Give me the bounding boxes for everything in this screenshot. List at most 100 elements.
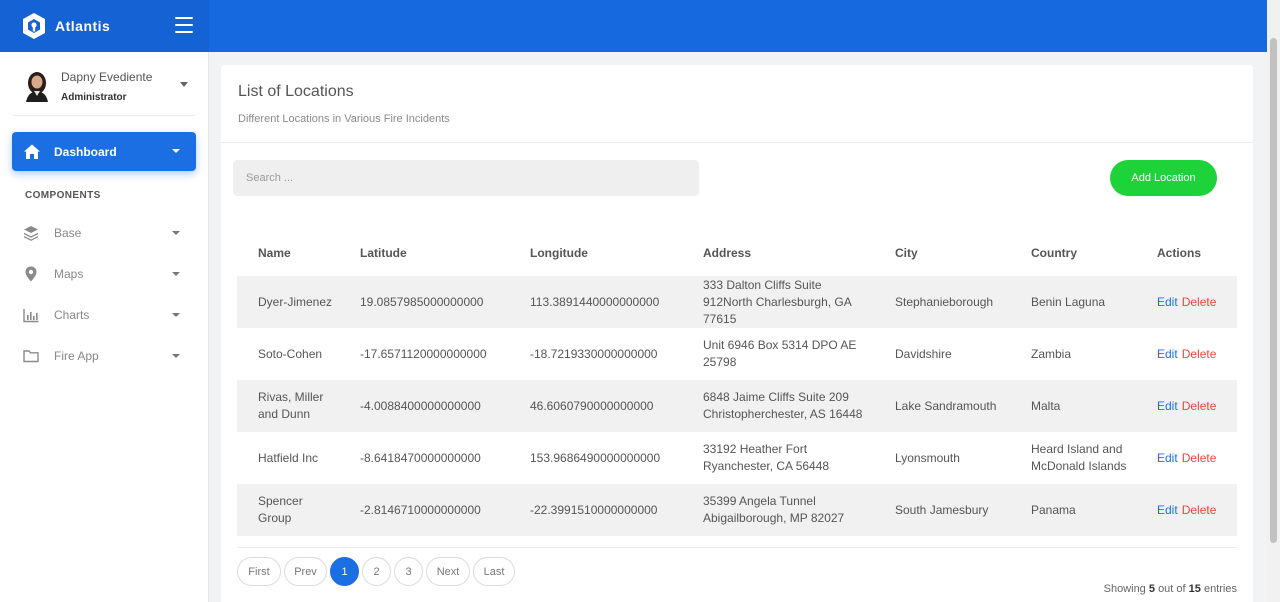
cell-city: Stephanieborough (895, 294, 994, 309)
chevron-down-icon (172, 313, 180, 317)
avatar (24, 70, 50, 102)
pagination: First Prev 1 2 3 Next Last (237, 557, 518, 586)
entries-summary: Showing 5 out of 15 entries (1104, 583, 1237, 595)
sidebar-item-label: Maps (54, 267, 84, 281)
home-icon (23, 143, 41, 161)
showing-total: 15 (1188, 583, 1201, 595)
scrollbar-thumb[interactable] (1270, 38, 1277, 543)
page-scrollbar[interactable] (1267, 0, 1280, 602)
cell-actions: Edit Delete (1136, 328, 1237, 380)
showing-mid: out of (1158, 583, 1186, 595)
edit-link[interactable]: Edit (1157, 503, 1178, 517)
page-title: List of Locations (238, 83, 354, 100)
user-panel[interactable]: Dapny Evediente Administrator (12, 52, 196, 116)
cell-latitude: -17.6571120000000000 (360, 346, 487, 361)
cell-city: Lyonsmouth (895, 450, 960, 465)
sidebar-item-label: Base (54, 226, 82, 240)
sidebar-item-charts[interactable]: Charts (12, 298, 196, 332)
cell-name: Hatfield Inc (258, 450, 319, 465)
cell-longitude: -22.3991510000000000 (530, 502, 658, 517)
section-title: COMPONENTS (25, 190, 101, 201)
cell-city: South Jamesbury (895, 502, 989, 517)
edit-link[interactable]: Edit (1157, 399, 1178, 413)
cell-country: Zambia (1031, 346, 1072, 361)
folder-icon (23, 348, 39, 364)
divider (221, 142, 1253, 143)
table-row: Rivas, Miller and Dunn -4.00884000000000… (237, 380, 1237, 432)
cell-actions: Edit Delete (1136, 484, 1237, 536)
sidebar: Dapny Evediente Administrator Dashboard … (0, 52, 209, 602)
add-location-button[interactable]: Add Location (1110, 160, 1217, 196)
page-subtitle: Different Locations in Various Fire Inci… (238, 113, 450, 125)
cell-latitude: 19.0857985000000000 (360, 294, 484, 309)
showing-suffix: entries (1203, 583, 1237, 595)
cell-longitude: 113.3891440000000000 (530, 294, 660, 309)
cell-latitude: -4.0088400000000000 (360, 398, 481, 413)
cell-longitude: 46.6060790000000000 (530, 398, 654, 413)
cell-country: Panama (1031, 502, 1076, 517)
cell-address: 35399 Angela Tunnel Abigailborough, MP 8… (703, 494, 845, 525)
locations-table: Name Latitude Longitude Address City Cou… (237, 229, 1237, 536)
chevron-down-icon[interactable] (180, 82, 188, 87)
edit-link[interactable]: Edit (1157, 295, 1178, 309)
pagination-page-3[interactable]: 3 (394, 557, 423, 586)
column-header-longitude: Longitude (530, 245, 588, 260)
column-header-city: City (895, 245, 918, 260)
showing-prefix: Showing (1103, 583, 1146, 595)
cell-latitude: -2.8146710000000000 (360, 502, 481, 517)
chevron-down-icon (172, 231, 180, 235)
cell-longitude: -18.7219330000000000 (530, 346, 658, 361)
delete-link[interactable]: Delete (1182, 399, 1217, 413)
cell-latitude: -8.6418470000000000 (360, 450, 481, 465)
cell-address: 6848 Jaime Cliffs Suite 209 Christopherc… (703, 390, 863, 421)
pagination-prev-button[interactable]: Prev (284, 557, 327, 586)
sidebar-item-dashboard[interactable]: Dashboard (12, 132, 196, 171)
delete-link[interactable]: Delete (1182, 451, 1217, 465)
menu-toggle-icon[interactable] (175, 17, 193, 33)
delete-link[interactable]: Delete (1182, 347, 1217, 361)
pagination-last-button[interactable]: Last (473, 557, 515, 586)
cell-actions: Edit Delete (1136, 380, 1237, 432)
showing-count: 5 (1148, 583, 1155, 595)
edit-link[interactable]: Edit (1157, 451, 1178, 465)
user-role: Administrator (61, 92, 127, 103)
chevron-down-icon (172, 272, 180, 276)
table-row: Hatfield Inc -8.6418470000000000 153.968… (237, 432, 1237, 484)
sidebar-item-maps[interactable]: Maps (12, 257, 196, 291)
cell-country: Benin Laguna (1031, 294, 1106, 309)
sidebar-item-fire-app[interactable]: Fire App (12, 339, 196, 373)
cell-address: Unit 6946 Box 5314 DPO AE 25798 (703, 338, 857, 369)
sidebar-item-label: Dashboard (54, 144, 117, 159)
app-name: Atlantis (55, 18, 111, 34)
cell-country: Malta (1031, 398, 1061, 413)
cell-city: Davidshire (895, 346, 952, 361)
logo-icon (21, 12, 47, 40)
cell-actions: Edit Delete (1136, 432, 1237, 484)
edit-link[interactable]: Edit (1157, 347, 1178, 361)
pagination-page-1[interactable]: 1 (330, 557, 359, 586)
cell-actions: Edit Delete (1136, 276, 1237, 328)
layers-icon (23, 225, 39, 241)
table-row: Dyer-Jimenez 19.0857985000000000 113.389… (237, 276, 1237, 328)
pagination-next-button[interactable]: Next (426, 557, 470, 586)
chevron-down-icon (172, 354, 180, 358)
table-header-row: Name Latitude Longitude Address City Cou… (237, 229, 1237, 276)
column-header-country: Country (1031, 245, 1077, 260)
column-header-address: Address (703, 245, 752, 260)
delete-link[interactable]: Delete (1182, 295, 1217, 309)
divider (237, 547, 1237, 548)
column-header-actions: Actions (1157, 245, 1202, 260)
map-pin-icon (23, 266, 39, 282)
cell-city: Lake Sandramouth (895, 398, 997, 413)
delete-link[interactable]: Delete (1182, 503, 1217, 517)
pagination-first-button[interactable]: First (237, 557, 281, 586)
locations-card: List of Locations Different Locations in… (221, 65, 1253, 602)
cell-name: Spencer Group (258, 494, 303, 525)
chevron-down-icon (172, 149, 180, 153)
search-input[interactable] (233, 160, 699, 196)
pagination-page-2[interactable]: 2 (362, 557, 391, 586)
cell-name: Dyer-Jimenez (258, 294, 333, 309)
sidebar-item-base[interactable]: Base (12, 216, 196, 250)
cell-longitude: 153.9686490000000000 (530, 450, 661, 465)
sidebar-item-label: Charts (54, 308, 90, 322)
